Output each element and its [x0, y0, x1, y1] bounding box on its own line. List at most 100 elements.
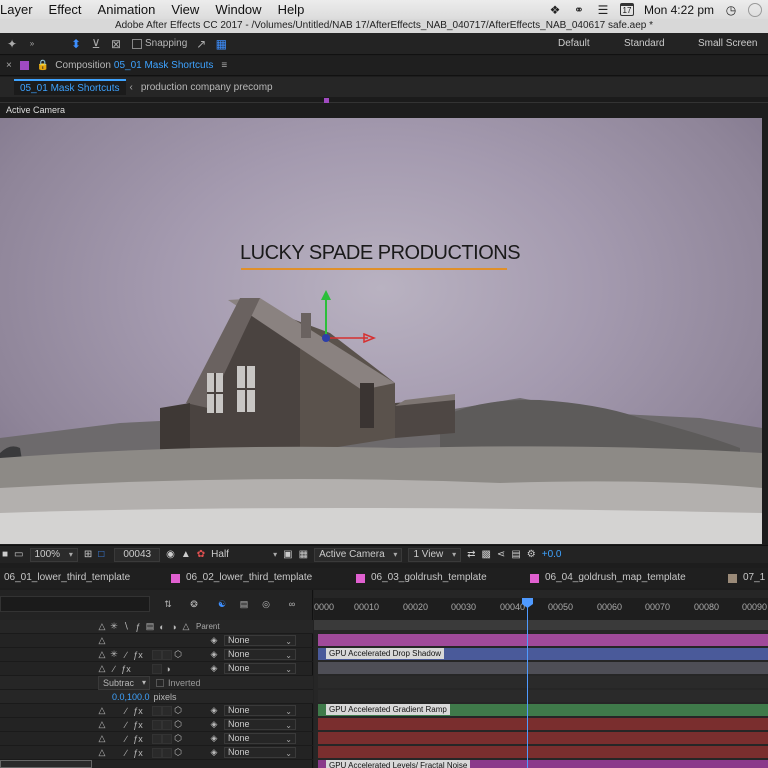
parent-dropdown[interactable]: None ⌄ [224, 733, 296, 744]
panel-menu-icon[interactable]: ≡ [221, 60, 227, 71]
fx-icon[interactable]: ƒx [120, 663, 132, 675]
layer-bar-red[interactable] [318, 746, 768, 758]
layer-row[interactable]: △ ∕ ƒx ⬡ ◈ None ⌄ [0, 718, 313, 732]
workspace-small-screen[interactable]: Small Screen [698, 33, 757, 55]
creative-cloud-icon[interactable]: ⚭ [572, 3, 586, 17]
camera-view-dropdown[interactable]: Active Camera ▾ [314, 547, 403, 562]
fx-icon[interactable]: ƒx [132, 733, 144, 745]
zoom-dropdown[interactable]: 100% ▾ [29, 547, 78, 562]
tab-06-02-lower-third[interactable]: 06_02_lower_third_template [171, 568, 312, 588]
resolution-dropdown[interactable]: Half ▾ [211, 549, 277, 560]
motion-blur-icon[interactable]: ◎ [260, 598, 272, 610]
quality-icon[interactable]: ∕ [120, 733, 132, 745]
view-layout-dropdown[interactable]: 1 View ▾ [408, 547, 462, 562]
inverted-checkbox[interactable] [156, 678, 164, 687]
current-time-field[interactable]: 00043 [114, 547, 161, 562]
pin-tool-icon[interactable]: ✦ [4, 36, 20, 52]
mask-feather-value[interactable]: 0.0,100.0 [112, 692, 150, 702]
shy-icon[interactable]: △ [96, 747, 108, 759]
parent-dropdown[interactable]: None ⌄ [224, 663, 296, 674]
adjustment-layer-icon[interactable]: ◑ [162, 663, 174, 675]
menu-layer[interactable]: Layer [0, 2, 41, 17]
3d-layer-icon[interactable]: ⬡ [172, 649, 184, 661]
world-axis-icon[interactable]: ⊻ [88, 36, 104, 52]
layer-bar-red[interactable] [318, 718, 768, 730]
switch-box[interactable] [162, 719, 172, 730]
collapse-icon[interactable]: ✳ [108, 649, 120, 661]
toggle-pixel-aspect-icon[interactable]: ⇄ [467, 549, 475, 560]
workspace-default[interactable]: Default [558, 33, 590, 55]
snapping-toggle[interactable]: Snapping [132, 38, 187, 49]
workspace-standard[interactable]: Standard [624, 33, 665, 55]
current-time-indicator[interactable] [527, 598, 528, 768]
menu-view[interactable]: View [163, 2, 207, 17]
mask-visibility-icon[interactable]: □ [98, 549, 104, 560]
mask-mode-dropdown[interactable]: Subtrac ▾ [98, 675, 150, 690]
work-area-bar[interactable] [314, 620, 768, 630]
collapse-icon[interactable]: ∕ [108, 663, 120, 675]
transparency-grid-icon[interactable]: ▦ [299, 549, 308, 560]
menu-extra-icon[interactable]: ☰ [596, 3, 610, 17]
tab-06-04-goldrush-map[interactable]: 06_04_goldrush_map_template [530, 568, 686, 588]
switch-box[interactable] [152, 663, 162, 674]
fx-icon[interactable]: ƒx [132, 705, 144, 717]
3d-layer-icon[interactable]: ⬡ [172, 719, 184, 731]
switch-box[interactable] [162, 649, 172, 660]
notification-icon[interactable] [748, 2, 762, 17]
hide-shy-layers-icon[interactable]: ☯ [216, 598, 228, 610]
layer-row[interactable]: △ ∕ ƒx ◑ ◈ None ⌄ [0, 662, 313, 676]
quality-icon[interactable]: ∕ [120, 719, 132, 731]
switch-box[interactable] [162, 705, 172, 716]
quality-icon[interactable]: ∕ [120, 705, 132, 717]
shy-icon[interactable]: △ [96, 705, 108, 717]
quality-switch-icon[interactable]: ∖ [120, 621, 132, 633]
draft-3d-icon[interactable]: ❂ [188, 598, 200, 610]
parent-dropdown[interactable]: None ⌄ [224, 705, 296, 716]
menu-window[interactable]: Window [207, 2, 269, 17]
timeline-tracks[interactable]: 0000 00010 00020 00030 00040 00050 00060… [314, 590, 768, 768]
reset-exposure-icon[interactable]: ⚙ [527, 549, 536, 560]
shy-icon[interactable]: △ [96, 663, 108, 675]
quality-icon[interactable]: ∕ [120, 649, 132, 661]
flowchart-icon[interactable]: ⋖ [497, 549, 505, 560]
parent-dropdown[interactable]: None ⌄ [224, 649, 296, 660]
fx-icon[interactable]: ƒx [132, 747, 144, 759]
fx-icon[interactable]: ƒx [132, 649, 144, 661]
composition-name[interactable]: 05_01 Mask Shortcuts [114, 60, 214, 71]
selected-layer-name-field[interactable] [0, 760, 92, 768]
effect-switch-icon[interactable]: ƒ [132, 621, 144, 633]
tab-06-03-goldrush[interactable]: 06_03_goldrush_template [356, 568, 487, 588]
adjustment-switch-icon[interactable]: ◑ [168, 621, 180, 633]
breadcrumb-precomp[interactable]: production company precomp [141, 82, 273, 93]
collapse-switch-icon[interactable]: ✳ [108, 621, 120, 633]
3d-layer-icon[interactable]: ⬡ [172, 747, 184, 759]
menubar-clock[interactable]: Mon 4:22 pm [644, 3, 714, 17]
parent-dropdown[interactable]: None ⌄ [224, 635, 296, 646]
menu-chevron-icon[interactable]: » [24, 36, 40, 52]
shy-switch-icon[interactable]: △ [96, 621, 108, 633]
snapping-checkbox[interactable] [132, 38, 142, 49]
pickwhip-icon[interactable]: ◈ [208, 747, 220, 759]
monitor-icon[interactable]: ▭ [14, 549, 23, 560]
layer-search-input[interactable] [0, 596, 150, 612]
pickwhip-icon[interactable]: ◈ [208, 733, 220, 745]
always-preview-icon[interactable]: ■ [2, 549, 8, 560]
safe-zones-icon[interactable]: ⊞ [84, 549, 92, 560]
pickwhip-icon[interactable]: ◈ [208, 663, 220, 675]
local-axis-icon[interactable]: ⬍ [68, 36, 84, 52]
time-ruler[interactable]: 0000 00010 00020 00030 00040 00050 00060… [314, 598, 768, 620]
fx-icon[interactable]: ƒx [132, 719, 144, 731]
dropbox-icon[interactable]: ❖ [548, 3, 562, 17]
switch-box[interactable] [162, 747, 172, 758]
snapshot-icon[interactable]: ◉ [166, 549, 175, 560]
shy-icon[interactable]: △ [96, 635, 108, 647]
layer-row[interactable]: △ ∕ ƒx ⬡ ◈ None ⌄ [0, 746, 313, 760]
region-of-interest-icon[interactable]: ▣ [283, 549, 292, 560]
layer-row[interactable]: △ ∕ ƒx ⬡ ◈ None ⌄ [0, 732, 313, 746]
snap-edges-icon[interactable]: ↗ [193, 36, 209, 52]
view-axis-icon[interactable]: ⊠ [108, 36, 124, 52]
pickwhip-icon[interactable]: ◈ [208, 705, 220, 717]
tab-06-01-lower-third[interactable]: 06_01_lower_third_template [4, 568, 130, 588]
timeline-icon[interactable]: ▤ [511, 549, 520, 560]
layer-bar-gradient-ramp[interactable]: GPU Accelerated Gradient Ramp [318, 704, 768, 716]
